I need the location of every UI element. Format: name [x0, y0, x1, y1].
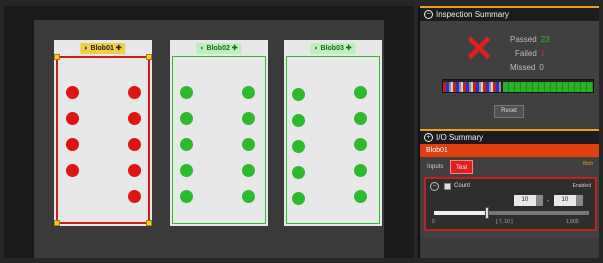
range-mid: [ 7, 10 ]	[496, 219, 513, 225]
blob-tag-1[interactable]: ◐ Blob01 ✚	[80, 43, 126, 54]
blob-label-3: Blob03	[320, 45, 344, 52]
tab-inputs[interactable]: Inputs	[422, 160, 448, 174]
tab-test[interactable]: Test	[450, 160, 474, 174]
max-value-input[interactable]: 10	[554, 195, 576, 206]
expand-icon[interactable]: +	[424, 133, 433, 142]
blob-dot	[128, 138, 141, 151]
history-bar	[442, 79, 594, 93]
range-min: 0	[432, 219, 435, 225]
blob-dot	[180, 190, 193, 203]
blob-dot	[292, 114, 305, 127]
blob-dot	[354, 190, 367, 203]
blob-tag-2[interactable]: ◐ Blob02 ✚	[196, 43, 242, 54]
blob-dot	[66, 138, 79, 151]
inspection-summary-header[interactable]: − Inspection Summary	[420, 6, 599, 21]
inspection-summary-title: Inspection Summary	[436, 10, 509, 19]
passed-label: Passed	[510, 35, 537, 44]
io-summary-title: I/O Summary	[436, 133, 484, 142]
max-spin-arrow[interactable]	[576, 195, 583, 206]
blob-dot	[354, 138, 367, 151]
blob-dot	[180, 138, 193, 151]
reset-button[interactable]: Reset	[494, 105, 524, 118]
selected-tool-bar[interactable]: Blob01	[420, 144, 599, 157]
roi-handle[interactable]	[54, 54, 60, 60]
blob-dot	[128, 86, 141, 99]
blob-dot	[292, 192, 305, 205]
roi-handle[interactable]	[146, 54, 152, 60]
blob-dot	[180, 112, 193, 125]
count-slider[interactable]	[434, 207, 589, 219]
range-max: 1,000	[566, 219, 579, 225]
blob-dot	[242, 86, 255, 99]
slider-thumb[interactable]	[484, 207, 489, 219]
failed-stat: Failed 1	[515, 49, 545, 58]
missed-stat: Missed 0	[510, 63, 544, 72]
history-passed-segment	[503, 82, 593, 92]
blob-tag-3[interactable]: ◐ Blob03 ✚	[310, 43, 356, 54]
blob-card-3: ◐ Blob03 ✚	[284, 40, 382, 226]
blob-dot	[66, 164, 79, 177]
missed-label: Missed	[510, 63, 536, 72]
count-label: Count	[454, 183, 471, 189]
blob-label-2: Blob02	[206, 45, 230, 52]
missed-value: 0	[539, 63, 544, 72]
blob-dot	[242, 112, 255, 125]
blob-dot	[242, 164, 255, 177]
camera-view: ◐ Blob01 ✚ ◐ Blob02 ✚ ◐ Blob03 ✚	[4, 6, 414, 258]
blob-dot	[354, 164, 367, 177]
slider-fill	[434, 211, 487, 215]
passed-stat: Passed 23	[510, 35, 550, 44]
count-checkbox[interactable]	[444, 183, 451, 190]
blob-label-1: Blob01	[90, 45, 114, 52]
failed-value: 1	[540, 49, 546, 58]
blob-card-1: ◐ Blob01 ✚	[54, 40, 152, 226]
blob-dot	[354, 86, 367, 99]
blob-dot	[292, 88, 305, 101]
blob-dot	[128, 112, 141, 125]
blob-dot	[180, 164, 193, 177]
enabled-label: Enabled	[572, 183, 591, 189]
min-spin-arrow[interactable]	[536, 195, 543, 206]
image-area: ◐ Blob01 ✚ ◐ Blob02 ✚ ◐ Blob03 ✚	[34, 20, 384, 258]
inspection-summary: ✕ Passed 23 Failed 1 Missed 0 Reset	[420, 21, 599, 129]
blob-dot	[292, 166, 305, 179]
blob-card-2: ◐ Blob02 ✚	[170, 40, 268, 226]
blob-dot	[128, 190, 141, 203]
history-failed-segment	[443, 82, 501, 92]
app-window: ◐ Blob01 ✚ ◐ Blob02 ✚ ◐ Blob03 ✚ − Inspe…	[0, 0, 603, 263]
passed-value: 23	[540, 35, 550, 44]
roi-handle[interactable]	[54, 220, 60, 226]
blob-dot	[66, 112, 79, 125]
blob-dot	[66, 86, 79, 99]
collapse-tool-icon[interactable]: −	[430, 182, 439, 191]
blob-dot	[354, 112, 367, 125]
collapse-icon[interactable]: −	[424, 10, 433, 19]
io-summary-header[interactable]: + I/O Summary	[420, 129, 599, 144]
side-panel: − Inspection Summary ✕ Passed 23 Failed 1 …	[418, 6, 599, 258]
failed-label: Failed	[515, 49, 537, 58]
count-tool: − Count Enabled 10 - 10 0 [ 7, 10 ] 1,00…	[424, 177, 597, 231]
roi-handle[interactable]	[146, 220, 152, 226]
range-dash: -	[547, 198, 550, 205]
min-value-input[interactable]: 10	[514, 195, 536, 206]
tool-tabs: Inputs Test Blob	[420, 157, 599, 174]
blob-dot	[242, 138, 255, 151]
blob-dot	[292, 140, 305, 153]
fail-x-icon: ✕	[464, 28, 495, 69]
panel-label: Blob	[582, 161, 593, 167]
blob-dot	[242, 190, 255, 203]
blob-dot	[180, 86, 193, 99]
io-summary: + I/O Summary Blob01 Inputs Test Blob − …	[420, 129, 599, 238]
blob-dot	[128, 164, 141, 177]
